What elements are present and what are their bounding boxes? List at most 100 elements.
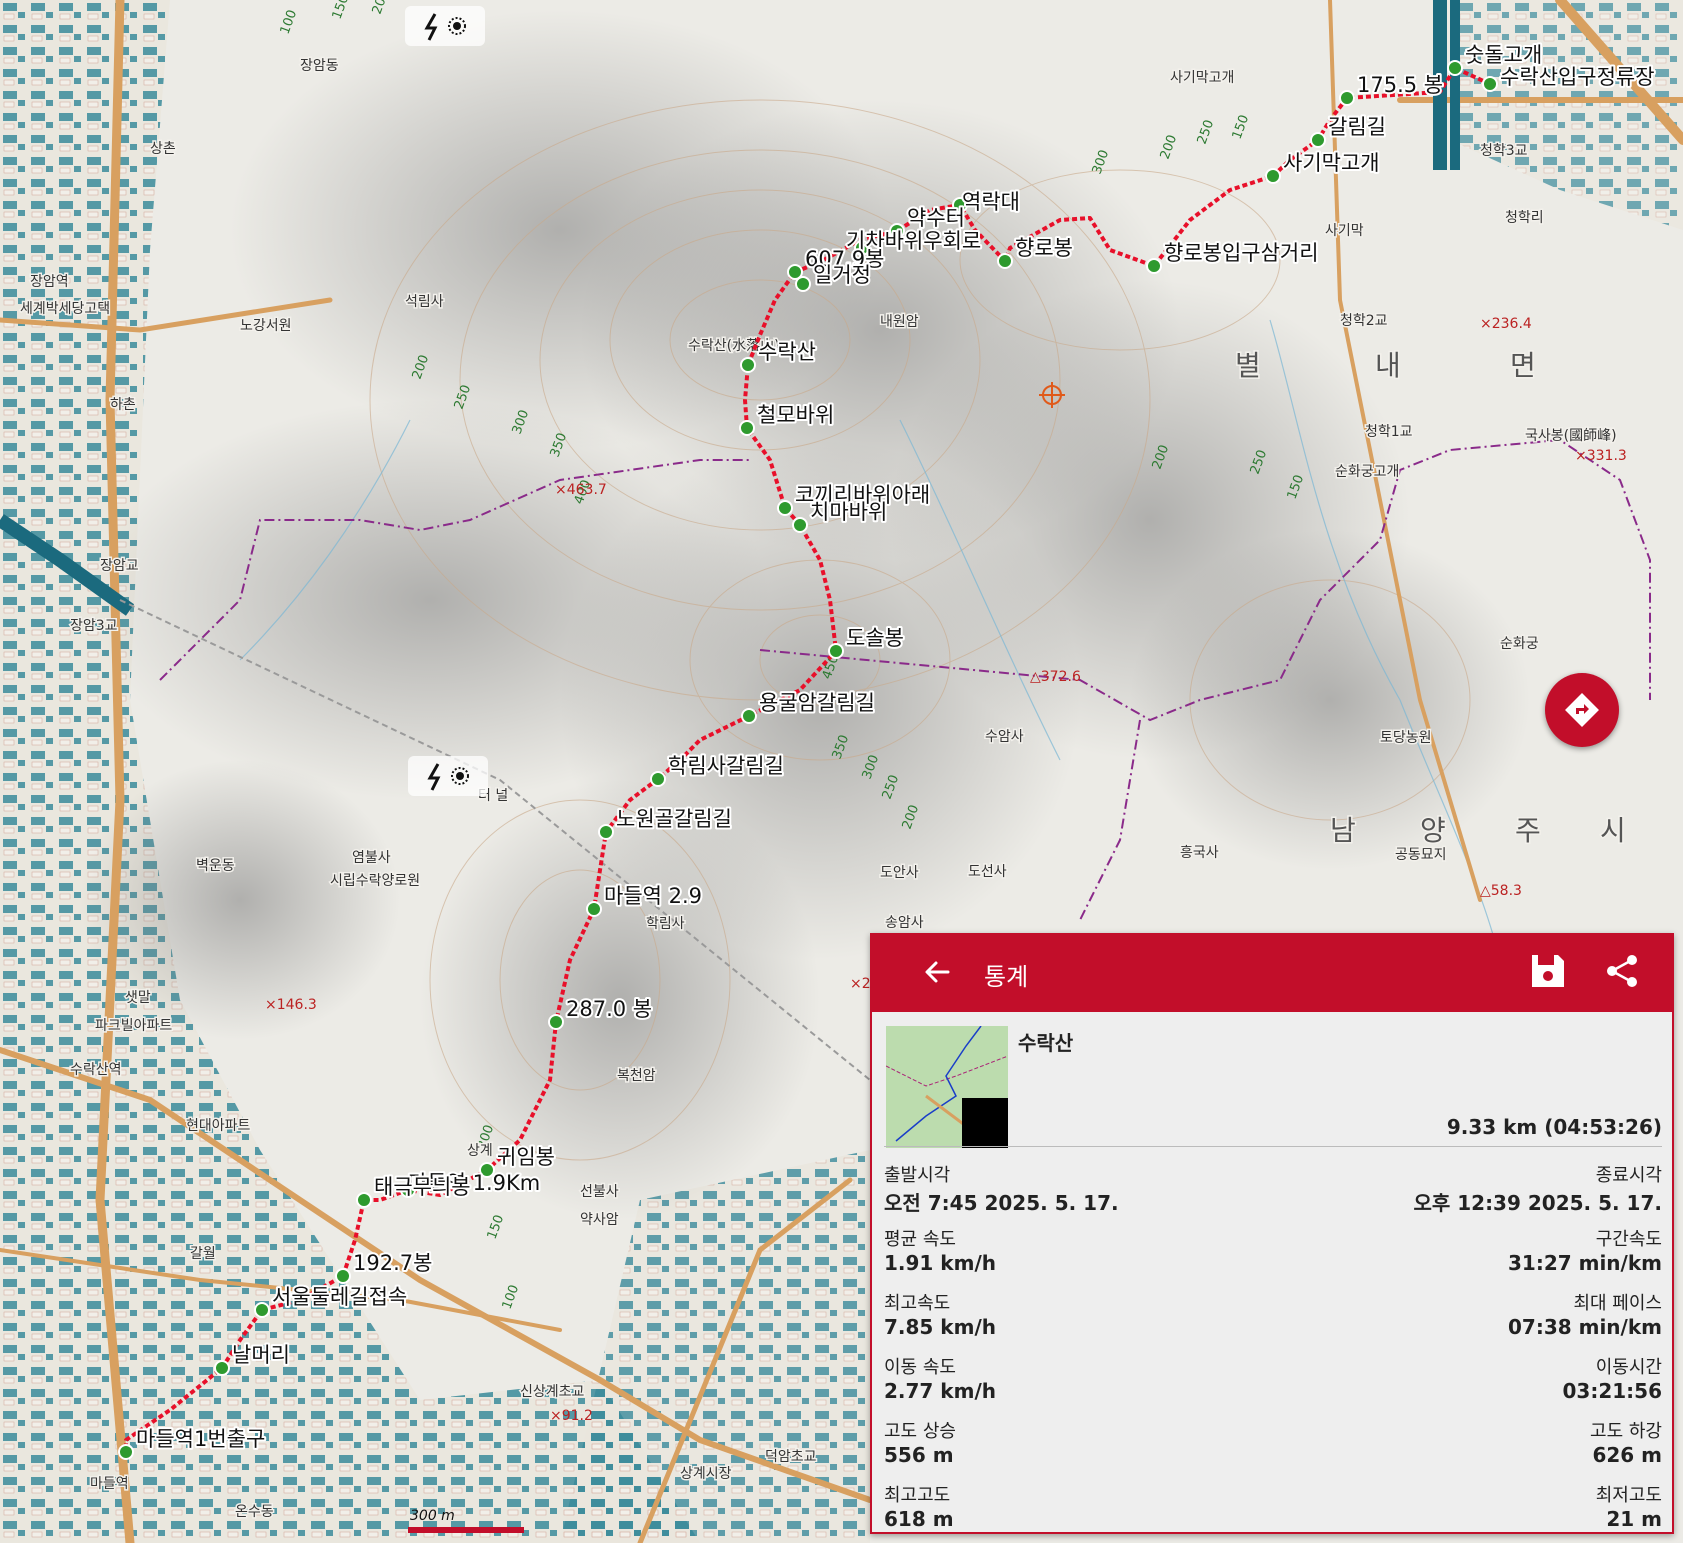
place-label: 장암역	[30, 274, 69, 290]
arrow-left-icon	[925, 961, 950, 983]
stat-label: 최고고도	[884, 1485, 951, 1506]
share-button[interactable]	[1602, 951, 1642, 991]
waypoint-marker[interactable]	[1146, 258, 1162, 274]
waypoint-marker[interactable]	[777, 500, 793, 516]
waypoint-label: 수락산입구정류장	[1500, 65, 1655, 89]
place-label: 청학2교	[1340, 313, 1388, 329]
place-label: 약사암	[580, 1212, 619, 1228]
track-name: 수락산	[1018, 1031, 1074, 1055]
place-label: 순화궁	[1500, 636, 1539, 652]
stat-label: 최대 페이스	[1573, 1293, 1662, 1314]
waypoint-marker[interactable]	[1310, 132, 1326, 148]
stat-label: 종료시각	[1595, 1165, 1662, 1186]
waypoint-marker[interactable]	[828, 643, 844, 659]
stat-value: 07:38 min/km	[1507, 1315, 1662, 1339]
district-label: 남	[1330, 814, 1356, 847]
waypoint-marker[interactable]	[741, 708, 757, 724]
waypoint-marker[interactable]	[650, 771, 666, 787]
stat-value: 2.77 km/h	[884, 1379, 996, 1403]
waypoint-marker[interactable]	[598, 824, 614, 840]
waypoint-marker[interactable]	[254, 1302, 270, 1318]
waypoint-label: 약수터	[907, 206, 965, 230]
waypoint-marker[interactable]	[739, 420, 755, 436]
district-label: 면	[1510, 349, 1536, 382]
place-label: 장암교	[100, 558, 139, 574]
floppy-disk-icon	[1532, 955, 1564, 987]
statistics-panel: 통계 수락산 9.33 km (04:53:26) 출발시각 오전 7:45 2…	[870, 933, 1674, 1534]
waypoint-label: 향로봉입구삼거리	[1164, 241, 1319, 265]
waypoint-marker[interactable]	[1339, 90, 1355, 106]
place-label: 흥국사	[1180, 845, 1219, 861]
district-label: 주	[1515, 814, 1541, 847]
waypoint-label: 일거정	[813, 263, 871, 287]
waypoint-marker[interactable]	[1447, 60, 1463, 76]
place-label: 장암3교	[70, 618, 118, 634]
stat-row: 고도 상승 556 m 고도 하강 626 m	[884, 1417, 1662, 1479]
navigate-button[interactable]	[1545, 673, 1619, 747]
lightning-layer-icon	[424, 13, 466, 41]
place-label: 덕암초교	[765, 1449, 817, 1465]
stat-value: 626 m	[1592, 1443, 1662, 1467]
place-label: 마들역	[90, 1476, 129, 1492]
place-label: 공동묘지	[1395, 847, 1447, 863]
place-label: 내원암	[880, 314, 919, 330]
place-label: 석림사	[405, 294, 444, 310]
waypoint-label: 서울둘레길접속	[272, 1285, 407, 1309]
waypoint-marker[interactable]	[740, 357, 756, 373]
waypoint-marker[interactable]	[118, 1444, 134, 1460]
place-label: 신상계초교	[520, 1384, 585, 1400]
stat-value: 오후 12:39 2025. 5. 17.	[1413, 1191, 1662, 1215]
waypoint-label: 치마바위	[810, 500, 887, 524]
waypoint-label: 역락대	[962, 190, 1020, 214]
elevation-marker: △58.3	[1480, 883, 1522, 899]
layer-toggle-button[interactable]	[405, 6, 485, 46]
waypoint-marker[interactable]	[997, 253, 1013, 269]
place-label: 송암사	[885, 915, 924, 931]
stat-value: 556 m	[884, 1443, 954, 1467]
place-label: 하촌	[110, 397, 136, 413]
share-icon	[1607, 955, 1637, 987]
stat-row: 이동 속도 2.77 km/h 이동시간 03:21:56	[884, 1353, 1662, 1415]
back-button[interactable]	[918, 952, 958, 992]
stat-value: 오전 7:45 2025. 5. 17.	[884, 1191, 1119, 1215]
district-label: 별	[1235, 349, 1261, 382]
elevation-marker: ×236.4	[1480, 316, 1532, 332]
waypoint-label: 마들역1번출구	[136, 1427, 265, 1451]
waypoint-marker[interactable]	[795, 276, 811, 292]
waypoint-label: 갈림길	[1328, 115, 1386, 139]
place-label: 장암동	[300, 58, 339, 74]
place-label: 사기막	[1325, 223, 1364, 239]
waypoint-marker[interactable]	[356, 1192, 372, 1208]
waypoint-label: 287.0 봉	[566, 997, 652, 1021]
waypoint-label: 향로봉	[1015, 236, 1073, 260]
save-button[interactable]	[1528, 951, 1568, 991]
stat-label: 이동 속도	[884, 1357, 956, 1378]
stat-label: 고도 상승	[884, 1421, 956, 1442]
waypoint-marker[interactable]	[1265, 168, 1281, 184]
waypoint-marker[interactable]	[548, 1014, 564, 1030]
waypoint-marker[interactable]	[1482, 76, 1498, 92]
waypoint-marker[interactable]	[214, 1360, 230, 1376]
waypoint-marker[interactable]	[792, 517, 808, 533]
layer-toggle-button[interactable]	[408, 756, 488, 796]
waypoint-label: 수락산	[758, 340, 816, 364]
place-label: 학림사	[646, 916, 685, 932]
waypoint-label: 용굴암갈림길	[759, 691, 875, 715]
place-label: 온수동	[235, 1504, 274, 1520]
stat-label: 구간속도	[1595, 1229, 1662, 1250]
panel-header: 통계	[872, 935, 1672, 1012]
waypoint-marker[interactable]	[586, 901, 602, 917]
lightning-layer-icon	[427, 763, 469, 791]
stat-row: 평균 속도 1.91 km/h 구간속도 31:27 min/km	[884, 1225, 1662, 1287]
stat-value: 21 m	[1606, 1507, 1662, 1531]
stat-label: 최고속도	[884, 1293, 951, 1314]
track-thumbnail[interactable]	[886, 1026, 1008, 1148]
stat-label: 최저고도	[1595, 1485, 1662, 1506]
stat-label: 출발시각	[884, 1165, 951, 1186]
waypoint-label: 태극무늬봉	[374, 1175, 471, 1199]
waypoint-marker[interactable]	[335, 1268, 351, 1284]
place-label: 세계박세당고택	[20, 301, 110, 317]
place-label: 청학리	[1505, 210, 1544, 226]
stat-row: 최고고도 618 m 최저고도 21 m	[884, 1481, 1662, 1543]
stat-value: 03:21:56	[1562, 1379, 1663, 1403]
